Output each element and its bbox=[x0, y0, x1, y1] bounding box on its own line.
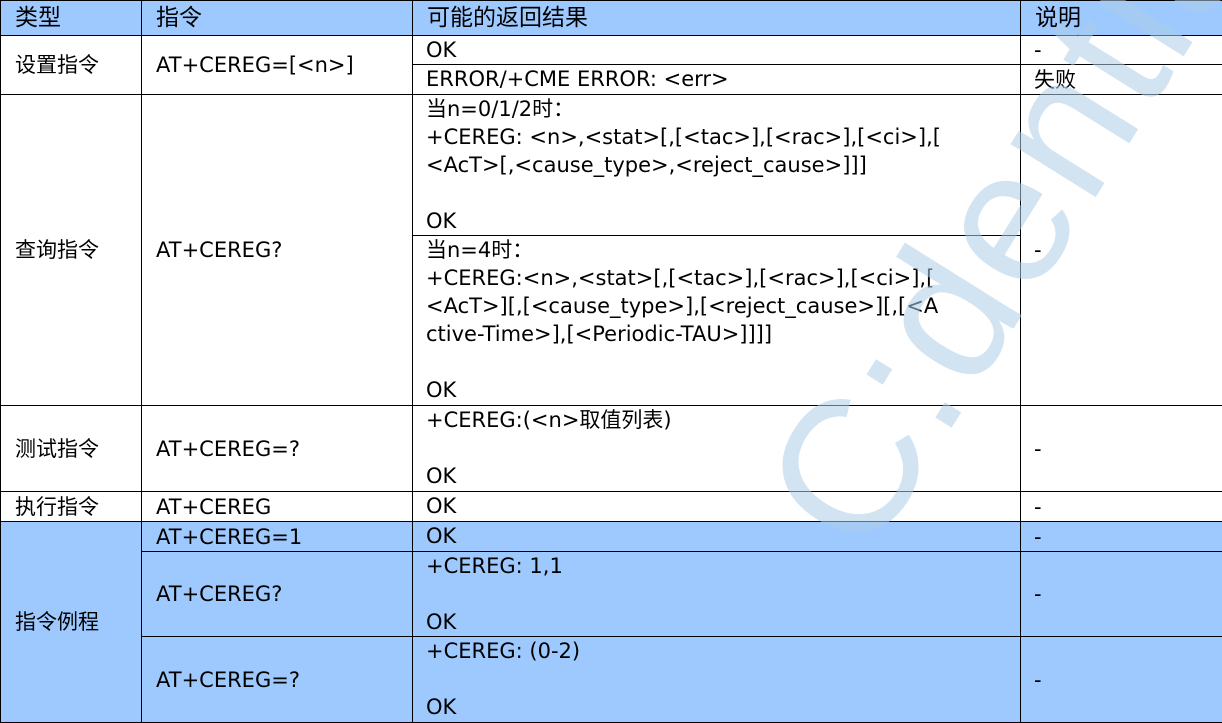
table-row-set-ok: 设置指令 AT+CEREG=[<n>] OK - bbox=[1, 36, 1222, 65]
test-command-cell: AT+CEREG=? bbox=[142, 406, 413, 492]
set-note-error: 失败 bbox=[1021, 65, 1222, 95]
example-1-command: AT+CEREG=1 bbox=[142, 522, 413, 552]
example-1-result: OK bbox=[413, 522, 1021, 552]
query-b2-line-3: <AcT>][,[<cause_type>],[<reject_cause>][… bbox=[426, 292, 1020, 320]
set-result-error: ERROR/+CME ERROR: <err> bbox=[413, 65, 1021, 95]
test-result-ok: OK bbox=[426, 462, 1020, 490]
set-note-ok: - bbox=[1021, 36, 1222, 65]
header-type: 类型 bbox=[1, 1, 142, 36]
query-note-cell: - bbox=[1021, 95, 1222, 406]
query-b2-line-2: +CEREG:<n>,<stat>[,[<tac>],[<rac>],[<ci>… bbox=[426, 264, 1020, 292]
query-b1-ok: OK bbox=[426, 207, 1020, 235]
example-row-2: AT+CEREG? +CEREG: 1,1 OK - bbox=[1, 552, 1222, 637]
example-row-1: 指令例程 AT+CEREG=1 OK - bbox=[1, 522, 1222, 552]
test-result-cell: +CEREG:(<n>取值列表) OK bbox=[413, 406, 1021, 492]
test-note-cell: - bbox=[1021, 406, 1222, 492]
table-row-exec: 执行指令 AT+CEREG OK - bbox=[1, 492, 1222, 522]
example-2-note: - bbox=[1021, 552, 1222, 637]
test-result-line-1: +CEREG:(<n>取值列表) bbox=[426, 406, 1020, 434]
query-b2-ok: OK bbox=[426, 376, 1020, 404]
example-2-result-line-1: +CEREG: 1,1 bbox=[426, 552, 1020, 580]
example-type-cell: 指令例程 bbox=[1, 522, 142, 723]
header-note: 说明 bbox=[1021, 1, 1222, 36]
example-3-result-ok: OK bbox=[426, 693, 1020, 721]
blank-line bbox=[426, 434, 1020, 462]
table-row-test: 测试指令 AT+CEREG=? +CEREG:(<n>取值列表) OK - bbox=[1, 406, 1222, 492]
query-b2-line-1: 当n=4时： bbox=[426, 236, 1020, 264]
example-row-3: AT+CEREG=? +CEREG: (0-2) OK - bbox=[1, 637, 1222, 723]
example-3-command: AT+CEREG=? bbox=[142, 637, 413, 723]
set-result-ok: OK bbox=[413, 36, 1021, 65]
example-2-result-ok: OK bbox=[426, 608, 1020, 636]
table-header-row: 类型 指令 可能的返回结果 说明 bbox=[1, 1, 1222, 36]
at-command-table: 类型 指令 可能的返回结果 说明 设置指令 AT+CEREG=[<n>] OK … bbox=[0, 0, 1222, 723]
set-type-cell: 设置指令 bbox=[1, 36, 142, 95]
example-3-result: +CEREG: (0-2) OK bbox=[413, 637, 1021, 723]
query-b1-line-3: <AcT>[,<cause_type>,<reject_cause>]]] bbox=[426, 151, 1020, 179]
query-b1-line-1: 当n=0/1/2时： bbox=[426, 95, 1020, 123]
example-3-note: - bbox=[1021, 637, 1222, 723]
example-3-result-line-1: +CEREG: (0-2) bbox=[426, 637, 1020, 665]
query-b1-line-2: +CEREG: <n>,<stat>[,[<tac>],[<rac>],[<ci… bbox=[426, 123, 1020, 151]
blank-line bbox=[426, 348, 1020, 376]
exec-type-cell: 执行指令 bbox=[1, 492, 142, 522]
blank-line bbox=[426, 665, 1020, 693]
example-2-command: AT+CEREG? bbox=[142, 552, 413, 637]
query-b2-line-4: ctive-Time>],[<Periodic-TAU>]]]] bbox=[426, 320, 1020, 348]
header-command: 指令 bbox=[142, 1, 413, 36]
example-1-note: - bbox=[1021, 522, 1222, 552]
exec-note-cell: - bbox=[1021, 492, 1222, 522]
blank-line bbox=[426, 580, 1020, 608]
exec-result-cell: OK bbox=[413, 492, 1021, 522]
example-2-result: +CEREG: 1,1 OK bbox=[413, 552, 1021, 637]
set-command-cell: AT+CEREG=[<n>] bbox=[142, 36, 413, 95]
header-results: 可能的返回结果 bbox=[413, 1, 1021, 36]
exec-command-cell: AT+CEREG bbox=[142, 492, 413, 522]
query-result-block-1: 当n=0/1/2时： +CEREG: <n>,<stat>[,[<tac>],[… bbox=[413, 95, 1021, 236]
test-type-cell: 测试指令 bbox=[1, 406, 142, 492]
query-command-cell: AT+CEREG? bbox=[142, 95, 413, 406]
query-type-cell: 查询指令 bbox=[1, 95, 142, 406]
query-result-block-2: 当n=4时： +CEREG:<n>,<stat>[,[<tac>],[<rac>… bbox=[413, 236, 1021, 406]
blank-line bbox=[426, 179, 1020, 207]
table-row-query-1: 查询指令 AT+CEREG? 当n=0/1/2时： +CEREG: <n>,<s… bbox=[1, 95, 1222, 236]
